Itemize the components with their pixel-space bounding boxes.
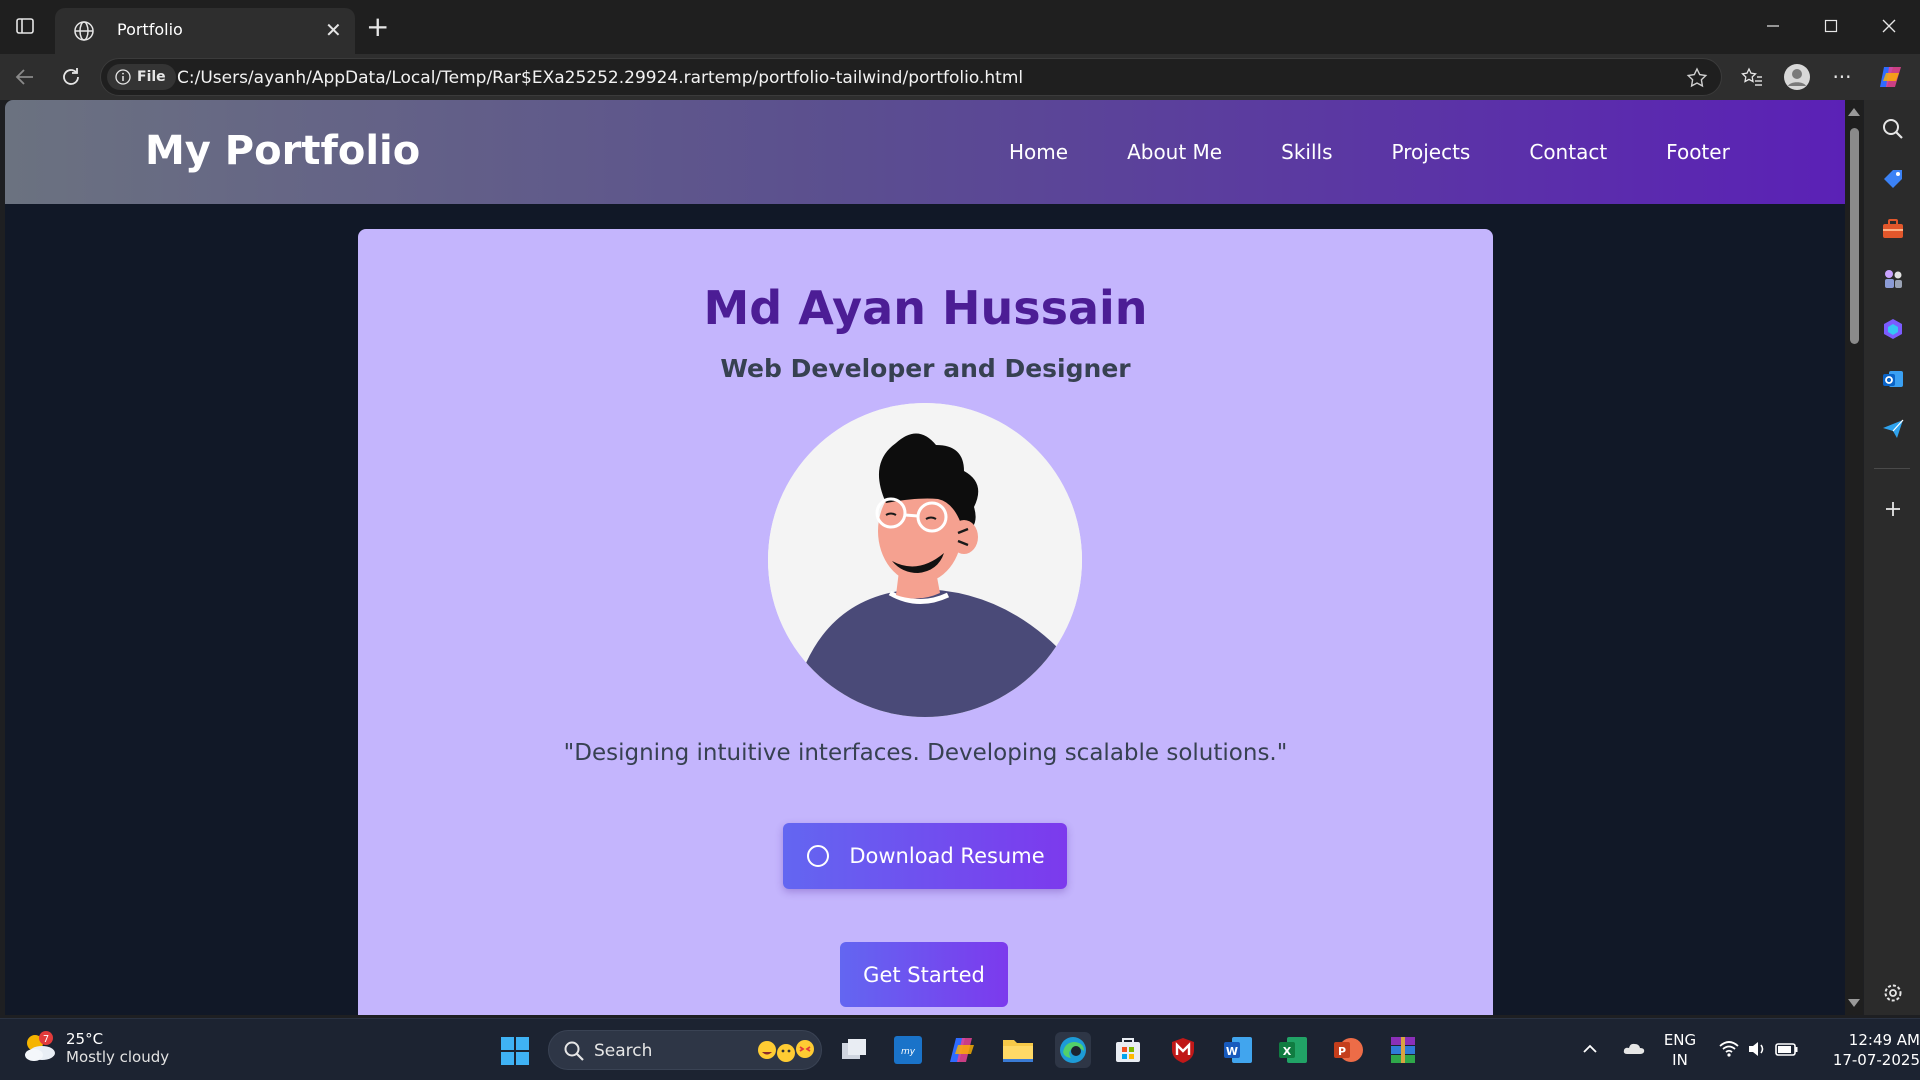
task-view-icon[interactable] xyxy=(836,1032,872,1068)
svg-text:my: my xyxy=(901,1047,916,1057)
scroll-up-arrow[interactable] xyxy=(1848,108,1860,116)
hero-tagline: "Designing intuitive interfaces. Develop… xyxy=(563,740,1288,766)
hero-card: Md Ayan Hussain Web Developer and Design… xyxy=(358,229,1493,1015)
settings-gear-icon[interactable] xyxy=(1880,980,1906,1006)
windows-taskbar: 7 25°C Mostly cloudy Search my W X P ENG… xyxy=(0,1018,1920,1080)
nav-skills[interactable]: Skills xyxy=(1281,140,1332,164)
mylp-icon[interactable]: my xyxy=(890,1032,926,1068)
file-explorer-icon[interactable] xyxy=(1000,1032,1036,1068)
language-bottom[interactable]: IN xyxy=(1660,1051,1700,1069)
sidebar-divider xyxy=(1874,468,1910,469)
language-top[interactable]: ENG xyxy=(1660,1031,1700,1049)
circle-icon xyxy=(807,845,830,867)
refresh-icon[interactable] xyxy=(58,64,84,90)
nav-contact[interactable]: Contact xyxy=(1529,140,1607,164)
search-icon xyxy=(564,1041,584,1061)
maximize-icon[interactable] xyxy=(1802,8,1860,44)
word-icon[interactable]: W xyxy=(1220,1032,1256,1068)
site-info-button[interactable]: File xyxy=(107,64,176,90)
svg-text:W: W xyxy=(1226,1045,1238,1058)
favorite-star-icon[interactable] xyxy=(1685,66,1709,90)
battery-icon[interactable] xyxy=(1774,1039,1800,1059)
powerpoint-icon[interactable]: P xyxy=(1330,1032,1366,1068)
new-tab-icon[interactable]: + xyxy=(366,13,389,41)
edge-icon[interactable] xyxy=(1055,1032,1091,1068)
close-tab-icon[interactable]: ✕ xyxy=(325,18,342,42)
more-options-icon[interactable]: ··· xyxy=(1828,63,1856,91)
favorites-icon[interactable] xyxy=(1738,63,1766,91)
search-icon[interactable] xyxy=(1880,116,1906,142)
back-icon[interactable] xyxy=(12,64,38,90)
browser-title-bar: Portfolio ✕ + xyxy=(0,0,1920,54)
hero-role: Web Developer and Designer xyxy=(720,354,1131,383)
profile-avatar-icon[interactable] xyxy=(1783,63,1811,91)
shopping-tag-icon[interactable] xyxy=(1880,166,1906,192)
close-window-icon[interactable] xyxy=(1860,8,1918,44)
tools-briefcase-icon[interactable] xyxy=(1880,216,1906,242)
screen: Portfolio ✕ + File C:/Users/ayanh/AppDat… xyxy=(0,0,1920,1080)
outlook-icon[interactable] xyxy=(1880,366,1906,392)
scroll-down-arrow[interactable] xyxy=(1848,999,1860,1007)
url-text[interactable]: C:/Users/ayanh/AppData/Local/Temp/Rar$EX… xyxy=(177,68,1023,88)
page-viewport: My Portfolio Home About Me Skills Projec… xyxy=(5,100,1845,1015)
volume-icon[interactable] xyxy=(1746,1039,1768,1059)
weather-temp: 25°C xyxy=(66,1030,104,1048)
avatar xyxy=(768,403,1082,717)
browser-tab[interactable]: Portfolio ✕ xyxy=(55,8,355,54)
svg-text:X: X xyxy=(1283,1045,1292,1058)
browser-toolbar: File C:/Users/ayanh/AppData/Local/Temp/R… xyxy=(0,54,1920,100)
hero-name: Md Ayan Hussain xyxy=(703,281,1148,335)
add-icon[interactable] xyxy=(1880,496,1906,522)
wifi-icon[interactable] xyxy=(1718,1039,1740,1059)
globe-icon xyxy=(74,21,94,41)
send-icon[interactable] xyxy=(1880,416,1906,442)
clock-time[interactable]: 12:49 AM xyxy=(1810,1031,1920,1049)
winrar-icon[interactable] xyxy=(1385,1032,1421,1068)
search-label: Search xyxy=(594,1041,653,1061)
excel-icon[interactable]: X xyxy=(1275,1032,1311,1068)
cloudy-weather-icon: 7 xyxy=(25,1031,55,1061)
copilot-app-icon[interactable] xyxy=(945,1032,981,1068)
clock-date[interactable]: 17-07-2025 xyxy=(1810,1051,1920,1069)
weather-badge: 7 xyxy=(43,1034,49,1045)
svg-text:P: P xyxy=(1338,1045,1346,1058)
onedrive-cloud-icon[interactable] xyxy=(1622,1039,1646,1059)
minimize-icon[interactable] xyxy=(1744,8,1802,44)
sidebar-toggle-icon[interactable] xyxy=(14,15,36,37)
weather-condition: Mostly cloudy xyxy=(66,1048,170,1066)
taskbar-search-box[interactable]: Search xyxy=(548,1030,822,1070)
download-resume-button[interactable]: Download Resume xyxy=(783,823,1067,889)
edge-sidebar xyxy=(1864,100,1920,1015)
site-brand[interactable]: My Portfolio xyxy=(145,128,420,174)
copilot-icon[interactable] xyxy=(1876,63,1904,91)
download-resume-label: Download Resume xyxy=(849,844,1045,868)
tab-title: Portfolio xyxy=(117,20,183,39)
get-started-button[interactable]: Get Started xyxy=(840,942,1008,1007)
address-bar[interactable]: File C:/Users/ayanh/AppData/Local/Temp/R… xyxy=(100,58,1722,96)
site-nav: Home About Me Skills Projects Contact Fo… xyxy=(1009,140,1789,164)
windows-start-icon[interactable] xyxy=(500,1036,530,1066)
emoji-icon xyxy=(758,1040,814,1062)
page-scrollbar[interactable] xyxy=(1845,100,1863,1015)
mcafee-icon[interactable] xyxy=(1165,1032,1201,1068)
store-icon[interactable] xyxy=(1110,1032,1146,1068)
site-header: My Portfolio Home About Me Skills Projec… xyxy=(5,100,1845,204)
chevron-up-icon[interactable] xyxy=(1580,1041,1600,1057)
weather-widget[interactable]: 7 25°C Mostly cloudy xyxy=(20,1029,169,1067)
nav-about[interactable]: About Me xyxy=(1127,140,1222,164)
info-icon xyxy=(115,69,131,85)
nav-home[interactable]: Home xyxy=(1009,140,1068,164)
microsoft-365-icon[interactable] xyxy=(1880,316,1906,342)
nav-projects[interactable]: Projects xyxy=(1392,140,1471,164)
scrollbar-thumb[interactable] xyxy=(1850,128,1859,344)
file-label: File xyxy=(137,69,166,85)
games-icon[interactable] xyxy=(1880,266,1906,292)
avatar-illustration xyxy=(768,403,1082,717)
nav-footer[interactable]: Footer xyxy=(1666,140,1730,164)
